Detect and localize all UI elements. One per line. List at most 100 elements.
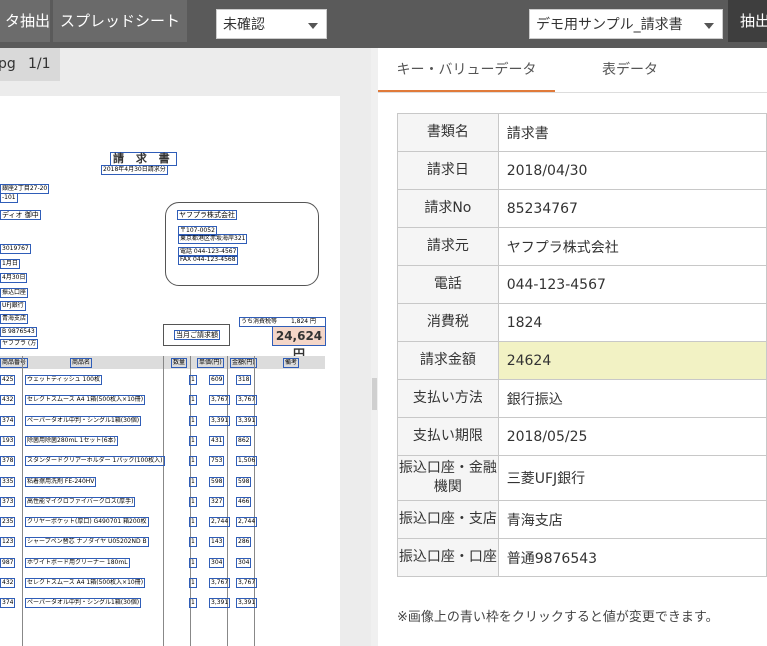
doc-row-qty[interactable]: 1	[189, 557, 197, 568]
doc-row-qty[interactable]: 1	[189, 496, 197, 507]
doc-row-code[interactable]: 987	[0, 557, 16, 568]
doc-row-name[interactable]: ホワイトボード用クリーナー 180mL	[25, 557, 130, 568]
doc-row-qty[interactable]: 1	[189, 517, 197, 528]
doc-row-qty[interactable]: 1	[189, 598, 197, 609]
doc-fax-box[interactable]: FAX 044-123-4568	[178, 255, 238, 265]
kv-value-field[interactable]: 青海支店	[497, 500, 767, 539]
doc-row-code[interactable]: 378	[0, 456, 16, 467]
doc-row-amount[interactable]: 466	[236, 496, 252, 507]
doc-row-amount[interactable]: 3,767	[236, 578, 258, 588]
doc-row-amount[interactable]: 3,391	[236, 415, 258, 426]
template-select[interactable]: デモ用サンプル_請求書	[529, 9, 723, 39]
doc-row-name[interactable]: ペーパータオル中判・シングル1箱(30個)	[25, 598, 142, 609]
tab-spreadsheet[interactable]: スプレッドシート	[53, 0, 187, 42]
doc-row-code[interactable]: 123	[0, 537, 16, 548]
doc-row-price[interactable]: 609	[209, 375, 225, 385]
doc-branch-box[interactable]: 青海支店	[0, 314, 29, 324]
doc-col-price[interactable]: 単価(円)	[197, 358, 224, 368]
doc-row-qty[interactable]: 1	[189, 476, 197, 487]
doc-holder-box[interactable]: ヤフプラ (方	[0, 339, 39, 349]
doc-account-box[interactable]: B 9876543	[0, 327, 37, 337]
doc-row-code[interactable]: 374	[0, 598, 16, 609]
doc-row-name[interactable]: 高性能マイクロファイバークロス(厚手)	[25, 496, 136, 507]
status-select[interactable]: 未確認	[216, 9, 327, 39]
doc-row-price[interactable]: 3,391	[209, 598, 231, 609]
doc-row-amount[interactable]: 304	[236, 557, 252, 568]
kv-value-field[interactable]: 三菱UFJ銀行	[497, 455, 767, 501]
doc-bank-box[interactable]: UFJ銀行	[0, 301, 26, 311]
doc-row-name[interactable]: ペーパータオル中判・シングル1箱(30個)	[25, 415, 142, 426]
doc-row-qty[interactable]: 1	[189, 456, 197, 467]
doc-row-price[interactable]: 327	[209, 496, 225, 507]
pane-splitter[interactable]	[371, 48, 378, 646]
doc-row-qty[interactable]: 1	[189, 395, 197, 406]
doc-row-code[interactable]: 432	[0, 395, 16, 406]
doc-row-price[interactable]: 431	[209, 435, 225, 446]
doc-row-code[interactable]: 432	[0, 578, 16, 588]
tab-key-value[interactable]: キー・バリューデータ	[378, 48, 555, 92]
doc-col-note[interactable]: 備考	[283, 358, 300, 368]
doc-row-amount[interactable]: 318	[236, 375, 252, 385]
doc-row-code[interactable]: 335	[0, 476, 16, 487]
doc-row-code[interactable]: 374	[0, 415, 16, 426]
doc-row-code[interactable]: 373	[0, 496, 16, 507]
doc-number-box[interactable]: 3019767	[0, 244, 31, 254]
doc-row-name[interactable]: セレクトスムース A4 1箱(500枚入×10冊)	[25, 578, 146, 588]
extract-button[interactable]: 抽出	[728, 0, 767, 42]
doc-row-name[interactable]: クリヤーポケット(厚口) G490701 箱200枚	[25, 517, 149, 528]
doc-total-label-box[interactable]: 当月ご請求額	[174, 330, 220, 340]
kv-value-field[interactable]: 2018/05/25	[497, 417, 767, 456]
doc-row-price[interactable]: 598	[209, 476, 225, 487]
doc-row-amount[interactable]: 862	[236, 435, 252, 446]
doc-row-name[interactable]: シャープペン替芯 ナノダイヤ U05202ND B	[25, 537, 149, 548]
doc-bank-label-box[interactable]: 振込口座	[0, 288, 29, 298]
kv-value-field[interactable]: 銀行振込	[497, 379, 767, 418]
doc-total-value-box[interactable]: 24,624円	[272, 326, 326, 361]
doc-row-amount[interactable]: 3,767	[236, 395, 258, 406]
doc-row-amount[interactable]: 1,506	[236, 456, 258, 467]
doc-title-box[interactable]: 請 求 書	[110, 152, 177, 166]
doc-row-price[interactable]: 3,391	[209, 415, 231, 426]
kv-value-field[interactable]: 請求書	[497, 113, 767, 152]
doc-date-box[interactable]: 2018年4月30日請求分	[101, 165, 168, 175]
doc-row-amount[interactable]: 598	[236, 476, 252, 487]
doc-row-qty[interactable]: 1	[189, 415, 197, 426]
doc-company-box[interactable]: ヤフプラ株式会社	[177, 210, 237, 220]
doc-row-qty[interactable]: 1	[189, 537, 197, 548]
kv-value-field[interactable]: 24624	[497, 341, 767, 380]
doc-recipient-box[interactable]: ディオ 御中	[0, 210, 41, 220]
page-tab[interactable]: pg 1/1	[0, 48, 60, 81]
doc-row-name[interactable]: セレクトスムース A4 1箱(500枚入×10冊)	[25, 395, 146, 406]
doc-row-code[interactable]: 235	[0, 517, 16, 528]
doc-row-price[interactable]: 2,744	[209, 517, 231, 528]
doc-address2-box[interactable]: -101	[0, 193, 18, 203]
doc-col-name[interactable]: 商品名	[70, 358, 93, 368]
kv-value-field[interactable]: 85234767	[497, 189, 767, 228]
kv-value-field[interactable]: 044-123-4567	[497, 265, 767, 304]
doc-row-qty[interactable]: 1	[189, 435, 197, 446]
doc-col-amount[interactable]: 金額(円)	[230, 358, 257, 368]
doc-row-price[interactable]: 304	[209, 557, 225, 568]
doc-row-amount[interactable]: 2,744	[236, 517, 258, 528]
doc-row-code[interactable]: 193	[0, 435, 16, 446]
doc-date2-box[interactable]: 1月日	[0, 259, 20, 269]
doc-row-price[interactable]: 753	[209, 456, 225, 467]
doc-col-qty[interactable]: 数量	[171, 358, 188, 368]
doc-company-addr2[interactable]: 東京都港区赤坂海岸321	[178, 234, 248, 244]
doc-row-price[interactable]: 3,767	[209, 578, 231, 588]
doc-row-name[interactable]: 除菌用除菌280mL 1セット(6本)	[25, 435, 118, 446]
tab-data-extraction[interactable]: タ抽出	[0, 0, 50, 42]
doc-row-name[interactable]: 粘着擦用洗剤 FE-240HV	[25, 476, 97, 487]
doc-row-amount[interactable]: 286	[236, 537, 252, 548]
splitter-handle[interactable]	[372, 378, 377, 410]
kv-value-field[interactable]: ヤフプラ株式会社	[497, 227, 767, 266]
doc-row-name[interactable]: ウェットティッシュ 100枚	[25, 375, 102, 385]
kv-value-field[interactable]: 2018/04/30	[497, 151, 767, 190]
doc-row-amount[interactable]: 3,391	[236, 598, 258, 609]
doc-row-qty[interactable]: 1	[189, 375, 197, 385]
doc-row-price[interactable]: 143	[209, 537, 225, 548]
kv-value-field[interactable]: 1824	[497, 303, 767, 342]
doc-row-qty[interactable]: 1	[189, 578, 197, 588]
doc-row-code[interactable]: 425	[0, 375, 16, 385]
doc-due-box[interactable]: 4月30日	[0, 273, 28, 283]
